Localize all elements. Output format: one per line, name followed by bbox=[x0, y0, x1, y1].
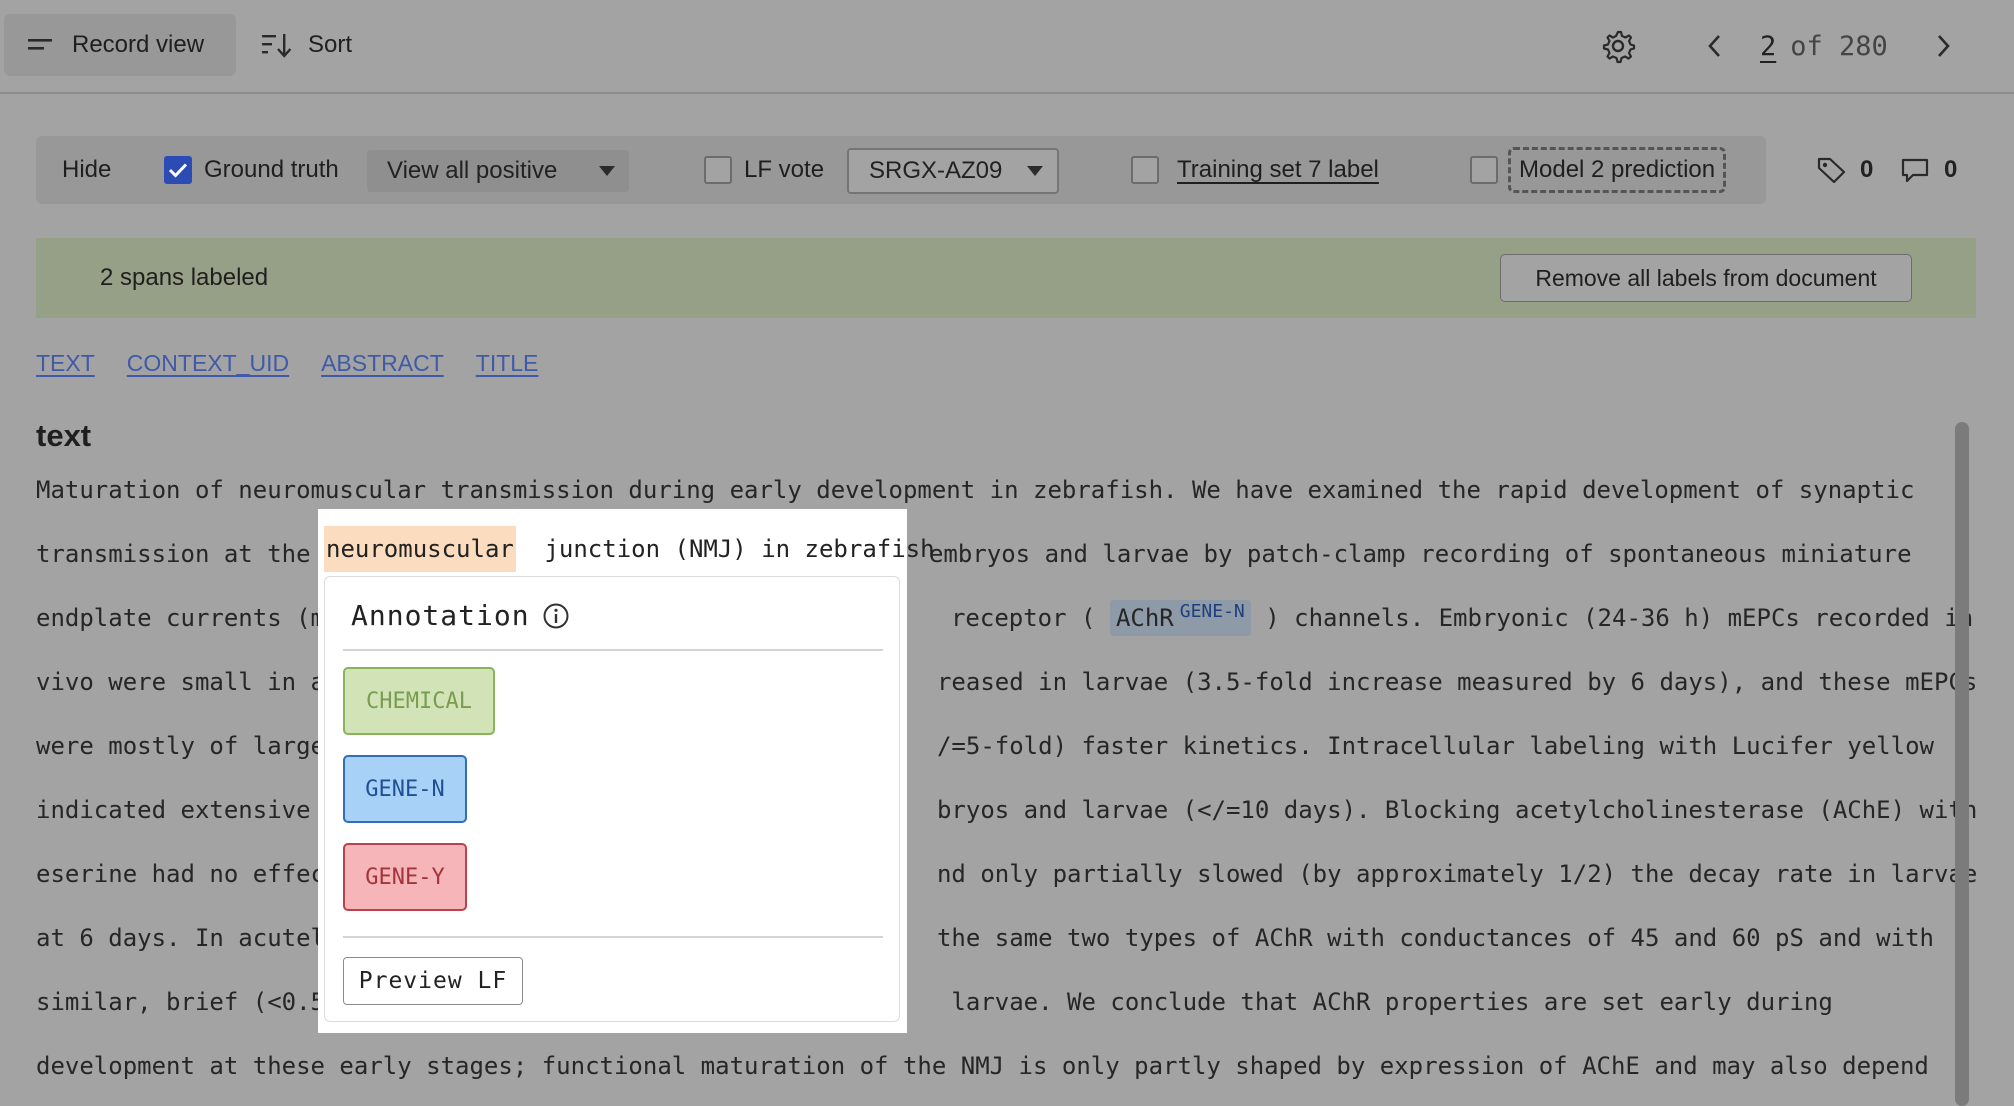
tag-count-value: 0 bbox=[1860, 156, 1874, 183]
top-toolbar: Record view Sort 2 of 280 bbox=[0, 0, 2014, 94]
spans-labeled-text: 2 spans labeled bbox=[100, 264, 269, 291]
labeled-span[interactable]: AChR GENE-N bbox=[1109, 600, 1251, 636]
text-fragment: at 6 days. In acutel bbox=[36, 924, 325, 952]
ground-truth-toggle[interactable]: Ground truth bbox=[164, 136, 339, 204]
field-link-text[interactable]: TEXT bbox=[36, 350, 95, 382]
field-link-abstract[interactable]: ABSTRACT bbox=[321, 350, 444, 382]
dropdown-caret-icon bbox=[599, 166, 615, 176]
divider bbox=[343, 649, 883, 651]
record-view-label: Record view bbox=[72, 31, 205, 58]
field-link-title[interactable]: TITLE bbox=[476, 350, 539, 382]
text-fragment: the same two types of AChR with conducta… bbox=[936, 924, 1934, 952]
training-set-label[interactable]: Training set 7 label bbox=[1177, 156, 1379, 184]
tag-icon bbox=[1817, 157, 1846, 184]
sort-icon bbox=[262, 30, 292, 60]
text-fragment: transmission at the bbox=[36, 540, 325, 568]
model-prediction-toggle[interactable]: Model 2 prediction bbox=[1470, 136, 1727, 204]
text-fragment: endplate currents (m bbox=[36, 604, 325, 632]
hide-label: Hide bbox=[62, 156, 112, 183]
text-fragment: /=5-fold) faster kinetics. Intracellular… bbox=[936, 732, 1934, 760]
model-prediction-checkbox[interactable] bbox=[1470, 156, 1498, 184]
sort-label: Sort bbox=[308, 31, 353, 58]
selected-word[interactable]: neuromuscular bbox=[324, 526, 516, 572]
text-line[interactable]: similar, brief (<0.5 larvae. We conclude… bbox=[36, 982, 1833, 1022]
remove-all-labels-button[interactable]: Remove all labels from document bbox=[1500, 254, 1912, 302]
text-fragment: eserine had no effec bbox=[36, 860, 325, 888]
text-fragment: larvae. We conclude that AChR properties… bbox=[936, 988, 1833, 1016]
tag-count[interactable]: 0 bbox=[1816, 136, 1873, 204]
field-links: TEXT CONTEXT_UID ABSTRACT TITLE bbox=[36, 350, 538, 382]
text-fragment: indicated extensive bbox=[36, 796, 325, 824]
settings-gear-icon[interactable] bbox=[1600, 28, 1636, 64]
text-line[interactable]: Maturation of neuromuscular transmission… bbox=[36, 470, 1914, 510]
text-fragment: reased in larvae (3.5-fold increase meas… bbox=[936, 668, 1978, 696]
pager: 2 of 280 bbox=[1760, 24, 1888, 68]
field-link-context-uid[interactable]: CONTEXT_UID bbox=[127, 350, 289, 382]
text-fragment: embryos and larvae by patch-clamp record… bbox=[928, 540, 1912, 568]
page-total: of 280 bbox=[1790, 30, 1888, 62]
text-fragment: nd only partially slowed (by approximate… bbox=[936, 860, 1978, 888]
menu-lines-icon bbox=[26, 30, 56, 60]
ground-truth-checkbox[interactable] bbox=[164, 156, 192, 184]
ground-truth-select[interactable]: View all positive bbox=[367, 150, 629, 192]
comment-icon bbox=[1901, 158, 1929, 183]
lf-select-value: SRGX-AZ09 bbox=[869, 157, 1003, 184]
info-icon[interactable] bbox=[542, 602, 570, 630]
previous-record-icon[interactable] bbox=[1700, 28, 1730, 64]
next-record-icon[interactable] bbox=[1928, 28, 1958, 64]
annotation-title: Annotation bbox=[351, 599, 570, 632]
labeled-span-text: AChR bbox=[1115, 604, 1174, 632]
selected-context-text: junction (NMJ) in zebrafish bbox=[530, 535, 935, 563]
hide-button[interactable]: Hide bbox=[62, 136, 111, 204]
model-prediction-label[interactable]: Model 2 prediction bbox=[1508, 147, 1727, 193]
sort-button[interactable]: Sort bbox=[240, 14, 380, 76]
text-line[interactable]: development at these early stages; funct… bbox=[36, 1046, 1929, 1086]
annotation-title-text: Annotation bbox=[351, 599, 530, 632]
labeled-span-tag: GENE-N bbox=[1179, 601, 1245, 622]
text-fragment: similar, brief (<0.5 bbox=[36, 988, 325, 1016]
text-fragment: vivo were small in a bbox=[36, 668, 325, 696]
label-gene-n-button[interactable]: GENE-N bbox=[343, 755, 467, 823]
training-set-toggle[interactable]: Training set 7 label bbox=[1131, 136, 1379, 204]
ground-truth-label: Ground truth bbox=[204, 156, 339, 183]
text-fragment: bryos and larvae (</=10 days). Blocking … bbox=[936, 796, 1978, 824]
current-page-input[interactable]: 2 bbox=[1760, 31, 1776, 62]
section-title: text bbox=[36, 418, 92, 453]
text-fragment: were mostly of large bbox=[36, 732, 325, 760]
training-set-checkbox[interactable] bbox=[1131, 156, 1159, 184]
ground-truth-select-value: View all positive bbox=[387, 157, 558, 184]
lf-vote-checkbox[interactable] bbox=[704, 156, 732, 184]
text-fragment: receptor ( bbox=[950, 604, 1110, 632]
label-chemical-button[interactable]: CHEMICAL bbox=[343, 667, 495, 735]
comment-count-value: 0 bbox=[1944, 156, 1958, 183]
lf-vote-label: LF vote bbox=[744, 156, 825, 183]
check-icon bbox=[168, 163, 188, 178]
record-view-button[interactable]: Record view bbox=[4, 14, 236, 76]
lf-select[interactable]: SRGX-AZ09 bbox=[847, 148, 1059, 194]
document-scrollbar[interactable] bbox=[1955, 422, 1969, 1106]
label-gene-y-button[interactable]: GENE-Y bbox=[343, 843, 467, 911]
lf-vote-toggle[interactable]: LF vote bbox=[704, 136, 824, 204]
annotation-card: Annotation CHEMICAL GENE-N GENE-Y Previe… bbox=[324, 576, 900, 1022]
comment-count[interactable]: 0 bbox=[1900, 136, 1957, 204]
label-filter-bar: Hide Ground truth View all positive LF v… bbox=[36, 136, 1766, 204]
preview-lf-button[interactable]: Preview LF bbox=[343, 957, 523, 1005]
labeled-spans-banner: 2 spans labeled Remove all labels from d… bbox=[36, 238, 1976, 318]
divider bbox=[343, 936, 883, 938]
text-fragment: ) channels. Embryonic (24-36 h) mEPCs re… bbox=[1250, 604, 1974, 632]
dropdown-caret-icon bbox=[1027, 166, 1043, 176]
